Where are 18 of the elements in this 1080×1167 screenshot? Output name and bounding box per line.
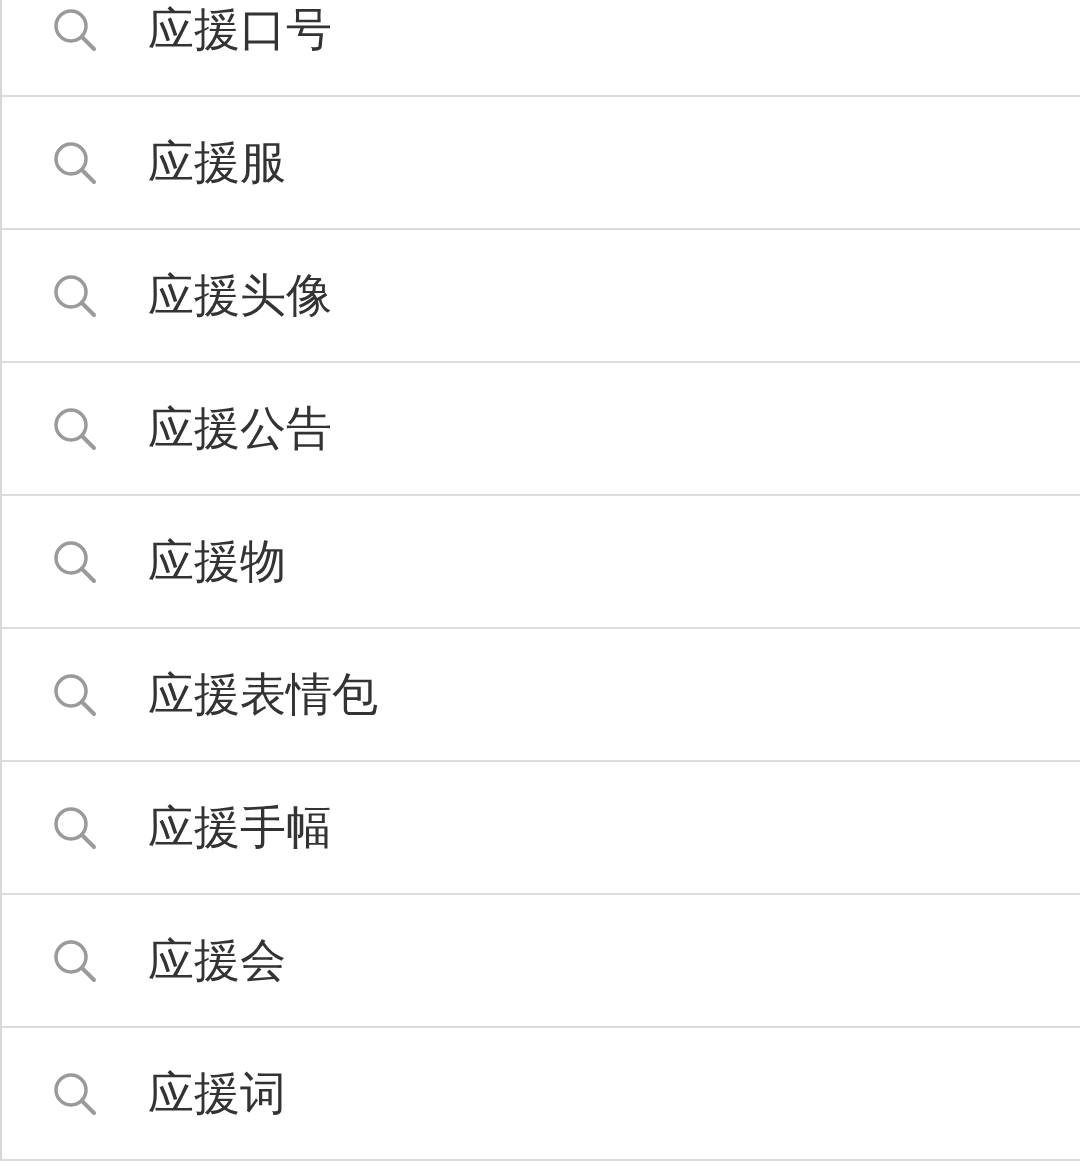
suggestion-text: 应援物 [148, 533, 286, 590]
suggestion-text: 应援会 [148, 932, 286, 989]
search-icon [52, 6, 98, 53]
search-icon [52, 538, 98, 585]
search-icon [52, 937, 98, 984]
search-icon [52, 405, 98, 452]
search-icon [52, 671, 98, 718]
suggestion-text: 应援公告 [148, 400, 332, 457]
search-icon [52, 272, 98, 319]
suggestion-text: 应援头像 [148, 267, 332, 324]
suggestion-text: 应援手幅 [148, 799, 332, 856]
suggestion-text: 应援词 [148, 1065, 286, 1122]
search-icon [52, 139, 98, 186]
suggestion-text: 应援表情包 [148, 666, 378, 723]
suggestion-text: 应援口号 [148, 1, 332, 58]
search-icon [52, 1070, 98, 1117]
search-icon [52, 804, 98, 851]
suggestion-text: 应援服 [148, 134, 286, 191]
